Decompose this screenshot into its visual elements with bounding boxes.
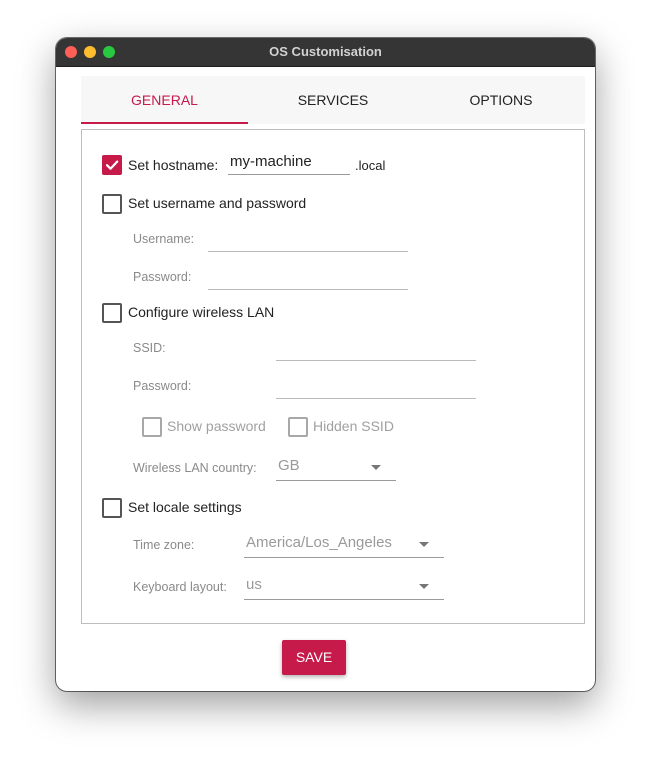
username-password-checkbox[interactable] <box>102 194 122 214</box>
wlan-country-label: Wireless LAN country: <box>133 461 257 475</box>
ssid-input[interactable] <box>276 336 476 361</box>
hostname-checkbox[interactable] <box>102 155 122 175</box>
os-customisation-window: OS Customisation GENERAL SERVICES OPTION… <box>56 38 595 691</box>
keyboard-layout-select[interactable]: us <box>244 573 444 600</box>
hostname-label: Set hostname: <box>128 157 219 173</box>
hostname-suffix: .local <box>355 158 386 173</box>
wifi-password-label: Password: <box>133 379 192 393</box>
username-input[interactable] <box>208 227 408 252</box>
password-input[interactable] <box>208 265 408 290</box>
locale-checkbox[interactable] <box>102 498 122 518</box>
tab-options[interactable]: OPTIONS <box>417 76 585 124</box>
show-password-checkbox[interactable] <box>142 417 162 437</box>
wlan-country-select[interactable]: GB <box>276 454 396 481</box>
tab-bar: GENERAL SERVICES OPTIONS <box>81 76 585 124</box>
wireless-lan-checkbox[interactable] <box>102 303 122 323</box>
locale-label: Set locale settings <box>128 499 242 515</box>
timezone-select[interactable]: America/Los_Angeles <box>244 531 444 558</box>
tab-services[interactable]: SERVICES <box>249 76 417 124</box>
keyboard-layout-label: Keyboard layout: <box>133 580 227 594</box>
save-button[interactable]: SAVE <box>282 640 346 675</box>
keyboard-layout-value: us <box>246 576 262 593</box>
window-title: OS Customisation <box>269 44 382 59</box>
username-password-label: Set username and password <box>128 195 307 211</box>
chevron-down-icon <box>419 542 429 547</box>
timezone-label: Time zone: <box>133 538 195 552</box>
wifi-password-input[interactable] <box>276 374 476 399</box>
title-bar: OS Customisation <box>56 38 595 67</box>
hidden-ssid-checkbox[interactable] <box>288 417 308 437</box>
hostname-value: my-machine <box>230 153 312 170</box>
hidden-ssid-label: Hidden SSID <box>313 418 394 434</box>
username-label: Username: <box>133 232 195 246</box>
show-password-label: Show password <box>167 418 266 434</box>
wlan-country-value: GB <box>278 457 300 474</box>
password-label: Password: <box>133 270 192 284</box>
tab-general[interactable]: GENERAL <box>81 76 248 124</box>
checkmark-icon <box>105 160 119 170</box>
active-tab-indicator <box>81 122 248 124</box>
ssid-label: SSID: <box>133 341 166 355</box>
hostname-input[interactable]: my-machine <box>228 150 350 175</box>
general-panel: Set hostname: my-machine .local Set user… <box>81 129 585 624</box>
chevron-down-icon <box>419 584 429 589</box>
timezone-value: America/Los_Angeles <box>246 534 392 551</box>
wireless-lan-label: Configure wireless LAN <box>128 304 275 320</box>
chevron-down-icon <box>371 465 381 470</box>
